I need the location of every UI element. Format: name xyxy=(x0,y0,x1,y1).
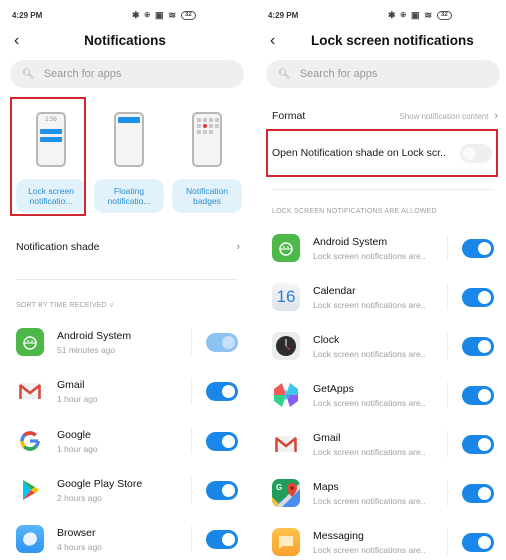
svg-text:G: G xyxy=(276,483,282,492)
app-row[interactable]: Clock Lock screen notifications are.. xyxy=(272,329,494,363)
android-system-icon xyxy=(272,234,300,262)
google-icon xyxy=(16,427,44,455)
calendar-icon: 16 xyxy=(272,283,300,311)
wifi-icon: ≋ xyxy=(168,10,177,20)
search-input[interactable]: 🔍︎ Search for apps xyxy=(266,60,500,88)
battery-icon: 32 xyxy=(437,11,452,20)
floating-preview-icon xyxy=(114,112,144,167)
maps-icon: G xyxy=(272,479,300,507)
lock-screen-notifications-screen: 4:29 PM ✱ ⍟ ▣ ≋ 32 ‹ Lock screen notific… xyxy=(256,0,506,560)
back-button[interactable]: ‹ xyxy=(270,32,275,50)
search-placeholder: Search for apps xyxy=(299,68,378,80)
mode-label: Floating notificatio... xyxy=(94,179,164,213)
app-toggle[interactable] xyxy=(206,381,238,401)
app-row[interactable]: Browser 4 hours ago xyxy=(16,522,238,556)
chevron-right-icon: › xyxy=(236,241,240,253)
browser-icon xyxy=(16,525,44,553)
panel-divider xyxy=(251,0,255,560)
app-row[interactable]: Gmail Lock screen notifications are.. xyxy=(272,427,494,461)
page-title: Notifications xyxy=(84,33,166,48)
app-toggle[interactable] xyxy=(462,385,494,405)
badges-preview-icon xyxy=(192,112,222,167)
getapps-icon xyxy=(272,381,300,409)
status-bar: 4:29 PM ✱ ⍟ ▣ ≋ 32 xyxy=(12,9,238,23)
mode-label: Notification badges xyxy=(172,179,242,213)
status-time: 4:29 PM xyxy=(12,11,43,20)
app-row[interactable]: GetApps Lock screen notifications are.. xyxy=(272,378,494,412)
chevron-down-icon: ∨ xyxy=(108,302,115,309)
chevron-right-icon: › xyxy=(494,110,498,122)
format-value: Show notification content xyxy=(399,111,489,121)
app-row[interactable]: Google 1 hour ago xyxy=(16,424,238,458)
search-input[interactable]: 🔍︎ Search for apps xyxy=(10,60,244,88)
android-system-icon xyxy=(16,328,44,356)
notifications-screen: 4:29 PM ✱ ⍟ ▣ ≋ 32 ‹ Notifications 🔍︎ Se… xyxy=(0,0,250,560)
app-toggle[interactable] xyxy=(206,480,238,500)
mode-floating[interactable]: Floating notificatio... xyxy=(94,100,164,213)
status-bar: 4:29 PM ✱ ⍟ ▣ ≋ 32 xyxy=(268,9,494,23)
clock-icon xyxy=(272,332,300,360)
app-toggle[interactable] xyxy=(462,238,494,258)
notification-shade-link[interactable]: Notification shade › xyxy=(16,237,240,257)
mode-badges[interactable]: Notification badges xyxy=(172,100,242,213)
app-row[interactable]: Android System 51 minutes ago xyxy=(16,325,238,359)
open-shade-toggle[interactable] xyxy=(460,143,492,163)
highlight-box xyxy=(10,97,86,216)
bluetooth-icon: ✱ xyxy=(132,10,140,20)
gmail-icon xyxy=(16,377,44,405)
alarm-off-icon: ⍟ xyxy=(144,10,150,20)
alarm-off-icon: ⍟ xyxy=(400,10,406,20)
divider xyxy=(16,279,238,280)
search-placeholder: Search for apps xyxy=(43,68,122,80)
status-time: 4:29 PM xyxy=(268,11,299,20)
divider xyxy=(272,189,494,190)
app-toggle[interactable] xyxy=(462,532,494,552)
app-toggle[interactable] xyxy=(462,287,494,307)
gmail-icon xyxy=(272,430,300,458)
messaging-icon xyxy=(272,528,300,556)
app-toggle[interactable] xyxy=(462,336,494,356)
search-icon: 🔍︎ xyxy=(22,68,35,80)
app-row[interactable]: Messaging Lock screen notifications are.. xyxy=(272,525,494,559)
battery-icon: 32 xyxy=(181,11,196,20)
wifi-icon: ≋ xyxy=(424,10,433,20)
app-toggle[interactable] xyxy=(206,529,238,549)
sort-dropdown[interactable]: SORT BY TIME RECEIVED ∨ xyxy=(16,301,114,309)
app-toggle[interactable] xyxy=(462,483,494,503)
bluetooth-icon: ✱ xyxy=(388,10,396,20)
page-title: Lock screen notifications xyxy=(311,33,474,48)
app-toggle[interactable] xyxy=(206,332,238,352)
app-toggle[interactable] xyxy=(462,434,494,454)
format-setting[interactable]: Format Show notification content › xyxy=(272,108,498,124)
nfc-icon: ▣ xyxy=(410,10,420,20)
nfc-icon: ▣ xyxy=(154,10,164,20)
search-icon: 🔍︎ xyxy=(278,68,291,80)
app-row[interactable]: Android System Lock screen notifications … xyxy=(272,231,494,265)
play-store-icon xyxy=(16,476,44,504)
app-row[interactable]: 16 Calendar Lock screen notifications are… xyxy=(272,280,494,314)
section-header: LOCK SCREEN NOTIFICATIONS ARE ALLOWED xyxy=(272,208,437,215)
app-row[interactable]: G Maps Lock screen notifications are.. xyxy=(272,476,494,510)
app-toggle[interactable] xyxy=(206,431,238,451)
app-row[interactable]: Google Play Store 2 hours ago xyxy=(16,473,238,507)
open-shade-setting[interactable]: Open Notification shade on Lock scr.. xyxy=(272,143,492,163)
app-row[interactable]: Gmail 1 hour ago xyxy=(16,374,238,408)
